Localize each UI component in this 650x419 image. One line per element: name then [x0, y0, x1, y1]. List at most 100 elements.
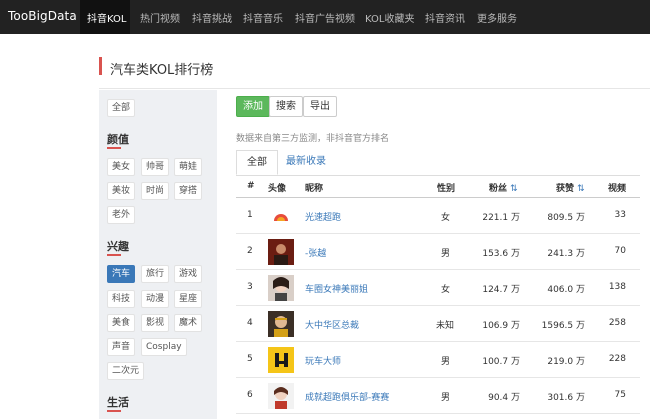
- table-row[interactable]: 3 车圈女神美丽姐 女 124.7 万 406.0 万 138: [236, 270, 640, 306]
- category-chip[interactable]: 星座: [174, 290, 203, 308]
- avatar: [268, 347, 294, 373]
- nav-item-ad-videos[interactable]: 抖音广告视频: [295, 10, 355, 25]
- category-chip[interactable]: 旅行: [141, 265, 170, 283]
- export-button[interactable]: 导出: [303, 96, 337, 117]
- table-row[interactable]: 6 成就超跑俱乐部-赛赛 男 90.4 万 301.6 万 75: [236, 378, 640, 414]
- avatar: [268, 203, 294, 229]
- category-chip-active[interactable]: 汽车: [107, 265, 136, 283]
- table-row[interactable]: 1 光速超跑 女 221.1 万 809.5 万 33: [236, 198, 640, 234]
- category-chip[interactable]: 穿搭: [174, 182, 203, 200]
- column-header-gender: 性别: [437, 184, 456, 194]
- avatar-image-icon: [268, 275, 294, 301]
- column-header-rank: #: [247, 181, 255, 191]
- title-marker: [99, 57, 102, 75]
- page-title: 汽车类KOL排行榜: [110, 63, 214, 78]
- kol-name-link[interactable]: 玩车大师: [305, 354, 341, 367]
- avatar: [268, 311, 294, 337]
- row-videos: 75: [614, 390, 626, 400]
- category-underline: [107, 147, 121, 149]
- row-gender: 女: [441, 213, 451, 223]
- kol-name-link[interactable]: -张越: [305, 246, 326, 259]
- row-rank: 5: [247, 354, 253, 364]
- avatar: [268, 383, 294, 409]
- row-videos: 70: [614, 246, 626, 256]
- column-header-fans[interactable]: 粉丝 ⇅: [489, 181, 518, 194]
- row-fans: 90.4 万: [488, 393, 520, 403]
- add-button[interactable]: 添加: [236, 96, 270, 117]
- category-chip[interactable]: 帅哥: [141, 158, 170, 176]
- row-rank: 6: [247, 390, 253, 400]
- sort-icon[interactable]: ⇅: [577, 184, 585, 194]
- row-likes: 1596.5 万: [541, 321, 585, 331]
- row-likes: 241.3 万: [547, 249, 585, 259]
- column-header-likes[interactable]: 获赞 ⇅: [556, 181, 585, 194]
- row-rank: 2: [247, 246, 253, 256]
- category-chip[interactable]: 动漫: [141, 290, 170, 308]
- nav-item-news[interactable]: 抖音资讯: [425, 10, 465, 25]
- category-chip[interactable]: 萌娃: [174, 158, 203, 176]
- category-underline: [107, 254, 121, 256]
- row-fans: 106.9 万: [482, 321, 520, 331]
- table-row[interactable]: 4 大中华区总裁 未知 106.9 万 1596.5 万 258: [236, 306, 640, 342]
- avatar: [268, 275, 294, 301]
- category-heading-life: 生活: [107, 396, 129, 409]
- category-chip[interactable]: 老外: [107, 206, 136, 224]
- table-row[interactable]: 2 -张越 男 153.6 万 241.3 万 70: [236, 234, 640, 270]
- category-heading-interests: 兴趣: [107, 240, 129, 253]
- row-gender: 男: [441, 357, 451, 367]
- fans-header-label: 粉丝: [489, 184, 508, 194]
- category-chip[interactable]: 魔术: [174, 314, 203, 332]
- nav-item-challenges[interactable]: 抖音挑战: [192, 10, 232, 25]
- sort-icon[interactable]: ⇅: [510, 184, 518, 194]
- category-chip[interactable]: 美食: [107, 314, 136, 332]
- row-gender: 男: [441, 249, 451, 259]
- row-likes: 406.0 万: [547, 285, 585, 295]
- row-fans: 124.7 万: [482, 285, 520, 295]
- data-source-note: 数据来自第三方监测，非抖音官方排名: [236, 134, 390, 144]
- row-gender: 男: [441, 393, 451, 403]
- table-row[interactable]: 5 玩车大师 男 100.7 万 219.0 万 228: [236, 342, 640, 378]
- category-chip[interactable]: 美女: [107, 158, 136, 176]
- tab-divider: [236, 175, 640, 176]
- kol-name-link[interactable]: 车圈女神美丽姐: [305, 282, 368, 295]
- category-chip[interactable]: 美妆: [107, 182, 136, 200]
- row-videos: 258: [608, 318, 626, 328]
- nav-item-more-services[interactable]: 更多服务: [477, 10, 517, 25]
- row-videos: 33: [614, 210, 626, 220]
- nav-item-douyin-kol[interactable]: 抖音KOL: [87, 10, 126, 25]
- avatar-image-icon: [268, 311, 294, 337]
- row-videos: 138: [608, 282, 626, 292]
- row-gender: 未知: [436, 321, 455, 331]
- tab-newest[interactable]: 最新收录: [276, 150, 336, 175]
- row-likes: 219.0 万: [547, 357, 585, 367]
- category-chip[interactable]: 二次元: [107, 362, 145, 380]
- likes-header-label: 获赞: [556, 184, 575, 194]
- category-chip-all[interactable]: 全部: [107, 99, 136, 117]
- category-chip[interactable]: 影视: [141, 314, 170, 332]
- kol-name-link[interactable]: 成就超跑俱乐部-赛赛: [305, 390, 389, 403]
- brand-logo[interactable]: TooBigData: [8, 9, 77, 23]
- row-fans: 221.1 万: [482, 213, 520, 223]
- category-chip[interactable]: 游戏: [174, 265, 203, 283]
- category-chip[interactable]: 科技: [107, 290, 136, 308]
- row-likes: 301.6 万: [547, 393, 585, 403]
- row-rank: 4: [247, 318, 253, 328]
- category-underline: [107, 410, 121, 412]
- column-header-avatar: 头像: [268, 184, 287, 194]
- search-button[interactable]: 搜索: [269, 96, 303, 117]
- avatar-image-icon: [268, 347, 294, 373]
- title-divider: [99, 88, 650, 89]
- avatar-image-icon: [268, 383, 294, 409]
- kol-name-link[interactable]: 大中华区总裁: [305, 318, 359, 331]
- avatar: [268, 239, 294, 265]
- category-chip[interactable]: 声音: [107, 338, 136, 356]
- nav-item-kol-favorites[interactable]: KOL收藏夹: [365, 10, 414, 25]
- avatar-image-icon: [268, 203, 294, 229]
- category-chip[interactable]: 时尚: [141, 182, 170, 200]
- kol-name-link[interactable]: 光速超跑: [305, 210, 341, 223]
- nav-item-music[interactable]: 抖音音乐: [243, 10, 283, 25]
- tab-all[interactable]: 全部: [236, 150, 278, 175]
- column-header-videos: 视频: [608, 184, 627, 194]
- category-chip[interactable]: Cosplay: [141, 338, 187, 356]
- nav-item-hot-videos[interactable]: 热门视频: [140, 10, 180, 25]
